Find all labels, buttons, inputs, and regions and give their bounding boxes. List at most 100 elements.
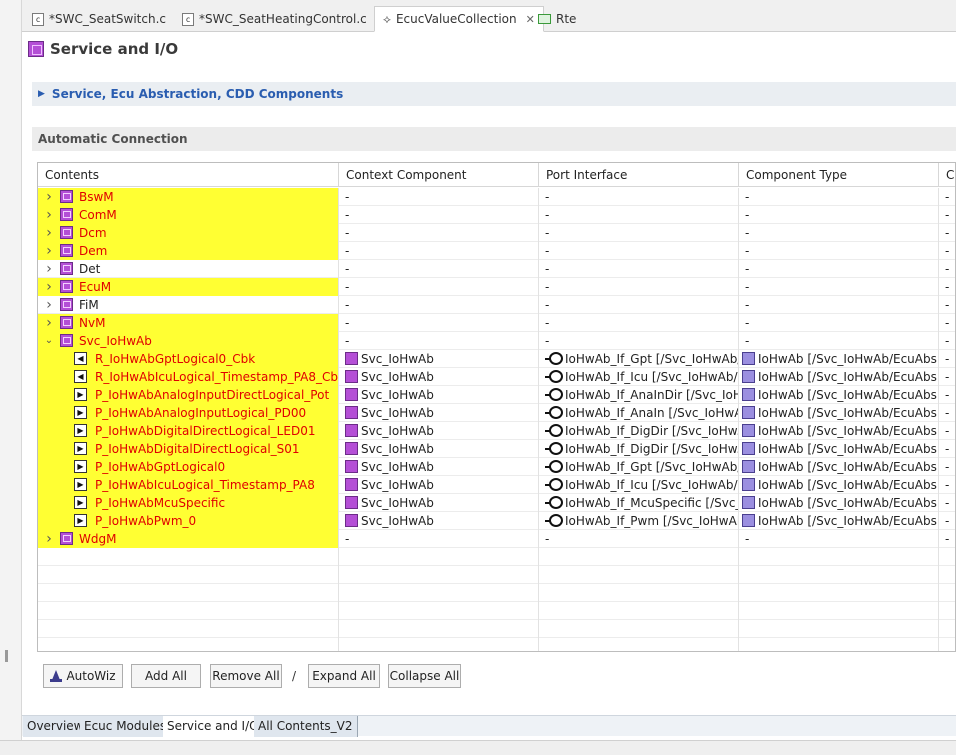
autowiz-button[interactable]: AutoWiz bbox=[43, 664, 123, 688]
cell-component-type[interactable]: IoHwAb [/Svc_IoHwAb/EcuAbs... bbox=[739, 440, 939, 458]
cell-port-interface[interactable]: IoHwAb_If_Icu [/Svc_IoHwAb/... bbox=[539, 476, 739, 494]
table-row[interactable]: ◀ R_IoHwAbIcuLogical_Timestamp_PA8_Cbk Svc… bbox=[38, 368, 955, 386]
chevron-right-icon[interactable]: › bbox=[44, 260, 54, 278]
cell-context-component[interactable]: Svc_IoHwAb bbox=[339, 422, 539, 440]
tab-service-and-io[interactable]: Service and I/O bbox=[163, 716, 264, 737]
cell-co[interactable]: - bbox=[939, 224, 955, 242]
cell-context-component[interactable]: Svc_IoHwAb bbox=[339, 440, 539, 458]
cell-context-component[interactable]: Svc_IoHwAb bbox=[339, 458, 539, 476]
chevron-right-icon[interactable]: › bbox=[44, 206, 54, 224]
cell-port-interface[interactable]: IoHwAb_If_McuSpecific [/Svc_I... bbox=[539, 494, 739, 512]
cell-context-component[interactable]: - bbox=[339, 206, 539, 224]
chevron-right-icon[interactable]: › bbox=[44, 314, 54, 332]
add-all-button[interactable]: Add All bbox=[131, 664, 201, 688]
cell-port-interface[interactable]: - bbox=[539, 296, 739, 314]
tab-ecucvaluecollection[interactable]: ⟡ EcucValueCollection ✕ bbox=[374, 6, 544, 32]
tab-all-contents-v2[interactable]: All Contents_V2 bbox=[254, 716, 358, 737]
cell-component-type[interactable]: - bbox=[739, 242, 939, 260]
cell-port-interface[interactable]: IoHwAb_If_AnaInDir [/Svc_IoH... bbox=[539, 386, 739, 404]
column-header-co[interactable]: Co bbox=[939, 163, 955, 187]
column-header-contents[interactable]: Contents bbox=[38, 163, 339, 187]
cell-component-type[interactable]: - bbox=[739, 260, 939, 278]
cell-co[interactable]: - bbox=[939, 260, 955, 278]
table-row[interactable]: › ComM - - - - bbox=[38, 206, 955, 224]
cell-co[interactable]: - bbox=[939, 278, 955, 296]
cell-context-component[interactable]: - bbox=[339, 224, 539, 242]
column-header-port-interface[interactable]: Port Interface bbox=[539, 163, 739, 187]
section-service-components[interactable]: ▶ Service, Ecu Abstraction, CDD Componen… bbox=[32, 82, 956, 106]
cell-co[interactable]: - bbox=[939, 476, 955, 494]
cell-contents[interactable]: ▶ P_IoHwAbMcuSpecific bbox=[38, 494, 339, 512]
cell-contents[interactable]: › ComM bbox=[38, 206, 339, 224]
cell-co[interactable]: - bbox=[939, 188, 955, 206]
cell-co[interactable]: - bbox=[939, 458, 955, 476]
cell-contents[interactable]: › BswM bbox=[38, 188, 339, 206]
cell-port-interface[interactable]: IoHwAb_If_Gpt [/Svc_IoHwAb/... bbox=[539, 458, 739, 476]
cell-port-interface[interactable]: - bbox=[539, 206, 739, 224]
collapse-all-button[interactable]: Collapse All bbox=[388, 664, 461, 688]
cell-co[interactable]: - bbox=[939, 530, 955, 548]
table-row[interactable]: › EcuM - - - - bbox=[38, 278, 955, 296]
cell-context-component[interactable]: - bbox=[339, 188, 539, 206]
cell-port-interface[interactable]: IoHwAb_If_AnaIn [/Svc_IoHwA... bbox=[539, 404, 739, 422]
cell-component-type[interactable]: - bbox=[739, 206, 939, 224]
cell-component-type[interactable]: IoHwAb [/Svc_IoHwAb/EcuAbs... bbox=[739, 404, 939, 422]
cell-co[interactable]: - bbox=[939, 440, 955, 458]
chevron-right-icon[interactable]: › bbox=[44, 296, 54, 314]
cell-port-interface[interactable]: - bbox=[539, 224, 739, 242]
cell-context-component[interactable]: - bbox=[339, 332, 539, 350]
cell-context-component[interactable]: Svc_IoHwAb bbox=[339, 368, 539, 386]
section-title[interactable]: Service, Ecu Abstraction, CDD Components bbox=[52, 87, 343, 101]
cell-contents[interactable]: ▶ P_IoHwAbAnalogInputDirectLogical_Pot bbox=[38, 386, 339, 404]
cell-context-component[interactable]: Svc_IoHwAb bbox=[339, 386, 539, 404]
cell-contents[interactable]: ▶ P_IoHwAbPwm_0 bbox=[38, 512, 339, 530]
cell-contents[interactable]: ▶ P_IoHwAbIcuLogical_Timestamp_PA8 bbox=[38, 476, 339, 494]
chevron-right-icon[interactable]: › bbox=[44, 188, 54, 206]
tab-overview[interactable]: Overview bbox=[23, 716, 89, 737]
cell-port-interface[interactable]: - bbox=[539, 242, 739, 260]
cell-context-component[interactable]: - bbox=[339, 530, 539, 548]
cell-contents[interactable]: › Det bbox=[38, 260, 339, 278]
cell-port-interface[interactable]: - bbox=[539, 332, 739, 350]
column-header-context-component[interactable]: Context Component bbox=[339, 163, 539, 187]
tab-rte[interactable]: Rte bbox=[530, 6, 584, 32]
table-row[interactable]: › NvM - - - - bbox=[38, 314, 955, 332]
chevron-right-icon[interactable]: ▶ bbox=[38, 89, 45, 99]
cell-contents[interactable]: ▶ P_IoHwAbGptLogical0 bbox=[38, 458, 339, 476]
cell-component-type[interactable]: IoHwAb [/Svc_IoHwAb/EcuAbs... bbox=[739, 422, 939, 440]
cell-co[interactable]: - bbox=[939, 350, 955, 368]
cell-context-component[interactable]: Svc_IoHwAb bbox=[339, 512, 539, 530]
cell-component-type[interactable]: - bbox=[739, 224, 939, 242]
table-row[interactable]: ▶ P_IoHwAbMcuSpecific Svc_IoHwAb IoHwAb_If_… bbox=[38, 494, 955, 512]
tab-ecuc-modules[interactable]: Ecuc Modules bbox=[80, 716, 172, 737]
cell-co[interactable]: - bbox=[939, 512, 955, 530]
cell-component-type[interactable]: - bbox=[739, 530, 939, 548]
chevron-right-icon[interactable]: › bbox=[44, 530, 54, 548]
cell-co[interactable]: - bbox=[939, 386, 955, 404]
cell-context-component[interactable]: Svc_IoHwAb bbox=[339, 350, 539, 368]
cell-port-interface[interactable]: - bbox=[539, 260, 739, 278]
cell-context-component[interactable]: Svc_IoHwAb bbox=[339, 476, 539, 494]
cell-contents[interactable]: › WdgM bbox=[38, 530, 339, 548]
cell-context-component[interactable]: - bbox=[339, 314, 539, 332]
cell-contents[interactable]: ▶ P_IoHwAbDigitalDirectLogical_S01 bbox=[38, 440, 339, 458]
cell-component-type[interactable]: IoHwAb [/Svc_IoHwAb/EcuAbs... bbox=[739, 458, 939, 476]
table-row[interactable]: › BswM - - - - bbox=[38, 188, 955, 206]
cell-component-type[interactable]: - bbox=[739, 188, 939, 206]
cell-co[interactable]: - bbox=[939, 494, 955, 512]
cell-context-component[interactable]: - bbox=[339, 260, 539, 278]
table-row[interactable]: › Det - - - - bbox=[38, 260, 955, 278]
cell-port-interface[interactable]: IoHwAb_If_DigDir [/Svc_IoHw... bbox=[539, 440, 739, 458]
cell-port-interface[interactable]: - bbox=[539, 530, 739, 548]
cell-co[interactable]: - bbox=[939, 332, 955, 350]
chevron-right-icon[interactable]: › bbox=[44, 224, 54, 242]
table-row[interactable]: › Dem - - - - bbox=[38, 242, 955, 260]
cell-contents[interactable]: › Dcm bbox=[38, 224, 339, 242]
cell-co[interactable]: - bbox=[939, 368, 955, 386]
cell-contents[interactable]: ▶ P_IoHwAbAnalogInputLogical_PD00 bbox=[38, 404, 339, 422]
chevron-right-icon[interactable]: › bbox=[44, 242, 54, 260]
cell-port-interface[interactable]: IoHwAb_If_Gpt [/Svc_IoHwAb/... bbox=[539, 350, 739, 368]
cell-port-interface[interactable]: IoHwAb_If_Pwm [/Svc_IoHwAb... bbox=[539, 512, 739, 530]
cell-context-component[interactable]: - bbox=[339, 278, 539, 296]
cell-contents[interactable]: › EcuM bbox=[38, 278, 339, 296]
